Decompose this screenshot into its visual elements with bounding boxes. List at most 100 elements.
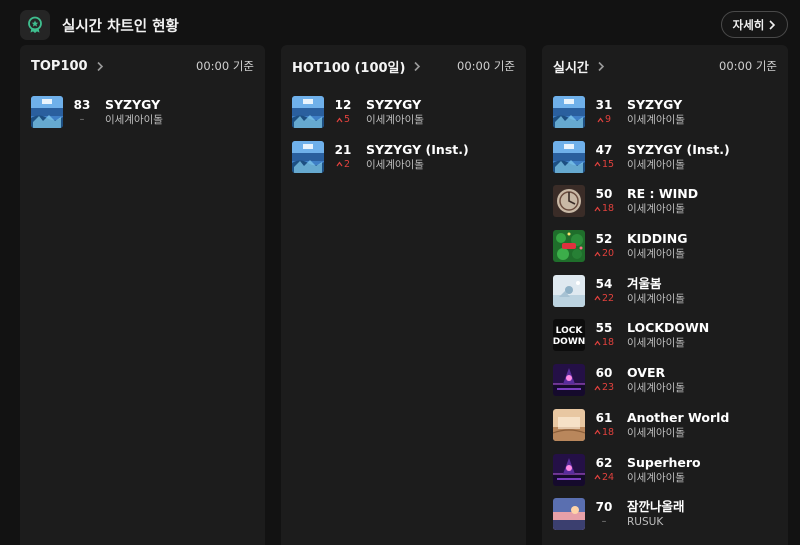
song-title[interactable]: SYZYGY (Inst.): [627, 141, 782, 158]
panel-hot100: HOT100 (100일) 00:00 기준 12 5 SYZYGY 이세계아이돌 21…: [281, 45, 526, 545]
song-title[interactable]: SYZYGY: [105, 96, 259, 113]
album-cover[interactable]: [553, 364, 585, 397]
panel-title: HOT100 (100일): [292, 60, 406, 76]
artist-name[interactable]: 이세계아이돌: [627, 113, 782, 127]
song-info: 잠깐나올래 RUSUK: [627, 498, 782, 529]
song-info: KIDDING 이세계아이돌: [627, 230, 782, 261]
rank-change: 18: [589, 336, 619, 349]
album-cover[interactable]: [553, 185, 585, 218]
chart-row[interactable]: 31 9 SYZYGY 이세계아이돌: [553, 96, 782, 141]
artist-name[interactable]: 이세계아이돌: [627, 471, 782, 485]
rank-box: 55 18: [589, 321, 619, 349]
artist-name[interactable]: 이세계아이돌: [627, 247, 782, 261]
album-cover[interactable]: [292, 96, 324, 128]
rank-number: 12: [334, 98, 352, 112]
album-cover[interactable]: [553, 274, 585, 307]
song-title[interactable]: Superhero: [627, 454, 782, 471]
rank-change: 20: [589, 247, 619, 260]
rank-up-icon: [594, 385, 601, 391]
rank-box: 60 23: [589, 366, 619, 394]
rank-change-value: 24: [601, 471, 615, 483]
song-title[interactable]: SYZYGY: [627, 96, 782, 113]
rank-number: 70: [595, 500, 613, 515]
detail-button-label: 자세히: [732, 17, 765, 32]
song-title[interactable]: OVER: [627, 364, 782, 381]
chart-row[interactable]: 83 – SYZYGY 이세계아이돌: [31, 96, 259, 141]
chart-row[interactable]: 12 5 SYZYGY 이세계아이돌: [292, 96, 520, 141]
rank-box: 70–: [589, 500, 619, 528]
rank-change-value: –: [601, 516, 607, 528]
album-cover[interactable]: LOCK DOWN: [553, 319, 585, 352]
rank-change-value: 15: [601, 158, 615, 170]
chart-row[interactable]: 62 24 Superhero 이세계아이돌: [553, 453, 782, 499]
rank-change: 23: [589, 381, 619, 394]
rank-box: 12 5: [328, 98, 358, 126]
artist-name[interactable]: RUSUK: [627, 515, 782, 529]
detail-button[interactable]: 자세히: [721, 11, 788, 38]
album-cover[interactable]: [553, 498, 585, 531]
panel-title-link[interactable]: HOT100 (100일): [292, 57, 421, 76]
chart-list: 12 5 SYZYGY 이세계아이돌 21 2 SYZYGY (Inst.) 이세계아이돌: [292, 96, 520, 185]
chevron-right-icon: [769, 19, 776, 30]
song-info: SYZYGY 이세계아이돌: [366, 96, 520, 127]
song-info: OVER 이세계아이돌: [627, 364, 782, 395]
chart-row[interactable]: 50 18 RE : WIND 이세계아이돌: [553, 185, 782, 230]
rank-change: 18: [589, 202, 619, 215]
album-cover[interactable]: [553, 408, 585, 441]
chart-row[interactable]: 21 2 SYZYGY (Inst.) 이세계아이돌: [292, 140, 520, 186]
chart-row[interactable]: LOCK DOWN 55 18 LOCKDOWN 이세계아이돌: [553, 319, 782, 364]
rank-number: 83: [73, 98, 91, 112]
chart-row[interactable]: 61 18 Another World 이세계아이돌: [553, 408, 782, 454]
album-cover[interactable]: [553, 230, 585, 263]
rank-change: –: [67, 113, 97, 126]
artist-name[interactable]: 이세계아이돌: [105, 113, 259, 127]
song-title[interactable]: 겨울봄: [627, 275, 782, 292]
song-title[interactable]: LOCKDOWN: [627, 319, 782, 336]
song-title[interactable]: 잠깐나올래: [627, 498, 782, 515]
album-cover[interactable]: [553, 453, 585, 486]
album-cover[interactable]: [292, 140, 324, 173]
song-title[interactable]: SYZYGY (Inst.): [366, 141, 520, 158]
album-cover[interactable]: [31, 96, 63, 128]
artist-name[interactable]: 이세계아이돌: [366, 158, 520, 172]
panel-title-link[interactable]: 실시간: [553, 57, 605, 76]
artist-name[interactable]: 이세계아이돌: [627, 202, 782, 216]
rank-change-value: 22: [601, 292, 615, 304]
song-info: SYZYGY 이세계아이돌: [105, 96, 259, 127]
rank-change-value: –: [79, 114, 85, 125]
rank-box: 50 18: [589, 187, 619, 215]
rank-change: –: [589, 515, 619, 528]
rank-number: 21: [334, 142, 352, 157]
album-cover[interactable]: [553, 140, 585, 173]
rank-up-icon: [594, 295, 601, 301]
rank-box: 21 2: [328, 143, 358, 171]
chart-row[interactable]: 60 23 OVER 이세계아이돌: [553, 364, 782, 409]
rank-box: 83 –: [67, 98, 97, 126]
artist-name[interactable]: 이세계아이돌: [627, 336, 782, 350]
panel-realtime: 실시간 00:00 기준 31 9 SYZYGY 이세계아이돌 47 15 SYZYGY (…: [542, 45, 788, 545]
song-title[interactable]: RE : WIND: [627, 185, 782, 202]
artist-name[interactable]: 이세계아이돌: [627, 158, 782, 172]
song-title[interactable]: SYZYGY: [366, 96, 520, 113]
chart-row[interactable]: 54 22 겨울봄 이세계아이돌: [553, 274, 782, 320]
chart-row[interactable]: 70– 잠깐나올래 RUSUK: [553, 498, 782, 543]
album-cover[interactable]: [553, 96, 585, 128]
artist-name[interactable]: 이세계아이돌: [627, 292, 782, 306]
rank-change: 2: [328, 158, 358, 171]
panel-title: 실시간: [553, 60, 589, 76]
artist-name[interactable]: 이세계아이돌: [627, 381, 782, 395]
chart-row[interactable]: 47 15 SYZYGY (Inst.) 이세계아이돌: [553, 140, 782, 186]
rank-up-icon: [336, 161, 343, 167]
chevron-right-icon: [414, 61, 421, 71]
song-title[interactable]: KIDDING: [627, 230, 782, 247]
rank-change-value: 23: [601, 382, 615, 394]
artist-name[interactable]: 이세계아이돌: [366, 113, 520, 127]
panel-title-link[interactable]: TOP100: [31, 59, 104, 74]
rank-up-icon: [594, 251, 601, 257]
song-title[interactable]: Another World: [627, 409, 782, 426]
rank-box: 31 9: [589, 98, 619, 126]
chart-row[interactable]: 52 20 KIDDING 이세계아이돌: [553, 230, 782, 275]
chart-list: 83 – SYZYGY 이세계아이돌: [31, 96, 259, 141]
rank-change-value: 5: [343, 114, 351, 125]
artist-name[interactable]: 이세계아이돌: [627, 426, 782, 440]
